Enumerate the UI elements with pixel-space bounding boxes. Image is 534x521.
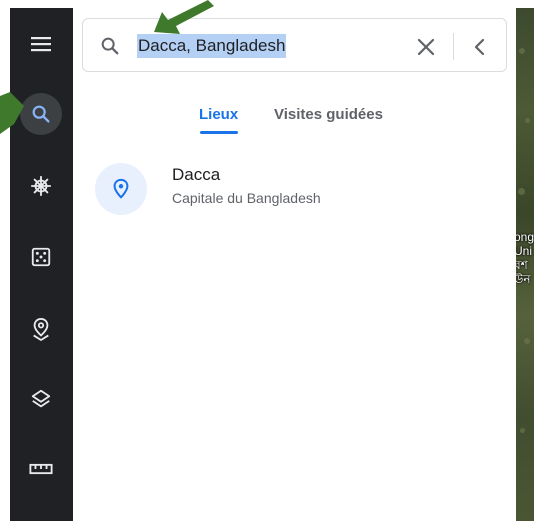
top-frame (0, 0, 534, 8)
search-input[interactable]: Dacca, Bangladesh (137, 34, 287, 58)
location-pin-icon (113, 178, 129, 199)
measure-button[interactable] (20, 448, 62, 490)
menu-button[interactable] (20, 23, 62, 65)
tab-places[interactable]: Lieux (199, 104, 238, 126)
navigation-rail (10, 8, 73, 521)
annotation-arrow-top (154, 0, 214, 34)
clear-search-button[interactable] (413, 34, 439, 60)
list-item[interactable]: Dacca Capitale du Bangladesh (95, 163, 495, 215)
search-panel: Dacca, Bangladesh Lieux Visites guidées … (73, 8, 516, 521)
collapse-panel-button[interactable] (467, 34, 493, 60)
active-tab-indicator (200, 131, 238, 134)
satellite-map[interactable]: ong Uni বশ উন (516, 8, 534, 521)
layers-icon (31, 389, 51, 408)
search-box[interactable]: Dacca, Bangladesh (82, 18, 507, 72)
feeling-lucky-button[interactable] (20, 236, 62, 278)
map-texture (525, 118, 530, 123)
result-tabs: Lieux Visites guidées (73, 104, 516, 138)
chevron-left-icon (474, 38, 485, 56)
projects-button[interactable] (20, 308, 62, 350)
voyager-wheel-icon (30, 175, 52, 197)
map-place-label: ong Uni বশ উন (516, 230, 534, 286)
dice-icon (31, 247, 51, 267)
tab-guided-tours[interactable]: Visites guidées (274, 104, 383, 126)
menu-icon (31, 37, 51, 52)
voyager-button[interactable] (20, 165, 62, 207)
map-texture (524, 338, 530, 344)
divider (453, 33, 454, 60)
result-title: Dacca (172, 165, 221, 184)
search-button[interactable] (20, 93, 62, 135)
place-avatar (95, 163, 147, 215)
map-texture (518, 188, 525, 195)
map-style-button[interactable] (20, 378, 62, 420)
close-icon (417, 38, 435, 56)
annotation-arrow-left (0, 92, 24, 134)
map-texture (520, 428, 525, 433)
projects-pin-icon (33, 317, 49, 341)
map-texture (519, 48, 525, 54)
search-icon (101, 37, 119, 55)
search-icon (32, 105, 50, 123)
left-gutter (0, 0, 10, 521)
result-subtitle: Capitale du Bangladesh (172, 190, 321, 206)
ruler-icon (29, 463, 53, 475)
